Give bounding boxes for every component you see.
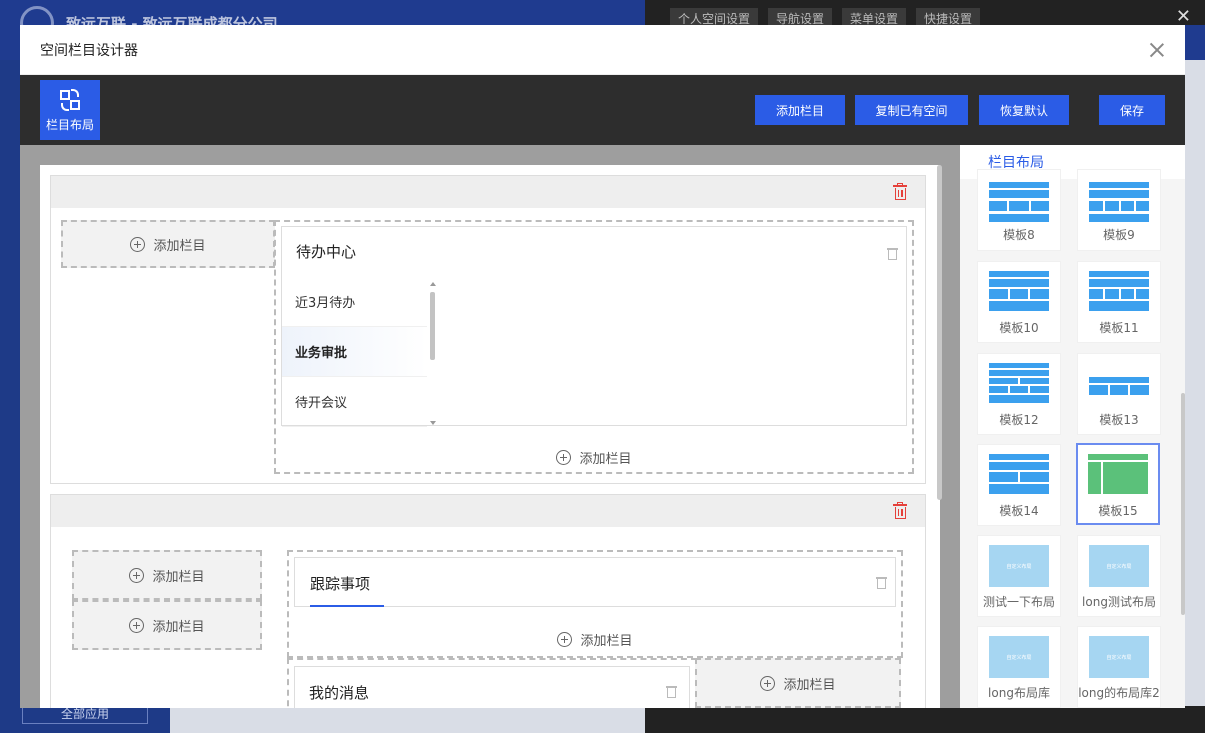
column-layout-tab-label: 栏目布局 <box>45 117 94 132</box>
my-messages-title: 我的消息 <box>309 684 370 702</box>
close-icon[interactable] <box>1149 42 1165 58</box>
add-column-slot-label: 添加栏目 <box>152 569 205 585</box>
toolbar: 栏目布局 添加栏目 复制已有空间 恢复默认 保存 <box>20 75 1185 145</box>
todo-center-title: 待办中心 <box>296 243 357 261</box>
layout-canvas: 添加栏目 待办中心 近3月待办 业务审批 待开会议 添加栏目 添加栏目 添加栏目… <box>20 145 960 708</box>
add-column-slot-label: 添加栏目 <box>579 451 632 467</box>
list-item-active[interactable]: 业务审批 <box>282 327 427 377</box>
column-drop-zone: 跟踪事项 添加栏目 <box>287 550 903 658</box>
plus-circle-icon <box>760 675 776 691</box>
delete-card-icon[interactable] <box>887 247 898 260</box>
add-column-slot[interactable]: 添加栏目 <box>695 658 901 708</box>
template-12[interactable]: 模板12 <box>977 353 1061 435</box>
add-column-slot[interactable]: 添加栏目 <box>72 550 262 600</box>
add-column-slot-label: 添加栏目 <box>580 633 633 649</box>
template-thumbnail <box>1089 271 1149 313</box>
delete-section-2-icon[interactable] <box>893 502 907 519</box>
modal-header: 空间栏目设计器 <box>20 25 1185 75</box>
list-item[interactable]: 近3月待办 <box>282 277 427 327</box>
template-label: 模板15 <box>1098 504 1138 518</box>
delete-card-icon[interactable] <box>876 576 887 589</box>
template-thumbnail <box>1089 363 1149 405</box>
template-label: 模板10 <box>999 321 1039 335</box>
space-column-designer-modal: 空间栏目设计器 栏目布局 添加栏目 复制已有空间 恢复默认 保存 添加栏目 待办… <box>20 25 1185 708</box>
layout-section-1: 添加栏目 待办中心 近3月待办 业务审批 待开会议 添加栏目 <box>50 175 926 484</box>
active-tab-underline <box>310 605 384 607</box>
column-layout-tab[interactable]: 栏目布局 <box>40 80 100 140</box>
modal-title: 空间栏目设计器 <box>40 42 138 59</box>
template-long-test[interactable]: 自定义布局 long测试布局 <box>1077 535 1161 617</box>
canvas-scrollbar[interactable] <box>937 165 942 500</box>
template-thumbnail <box>989 182 1049 222</box>
template-11[interactable]: 模板11 <box>1077 261 1161 343</box>
background-bottom-bar <box>645 706 1205 733</box>
template-test-layout[interactable]: 自定义布局 测试一下布局 <box>977 535 1061 617</box>
template-15[interactable]: 模板15 <box>1076 443 1160 525</box>
template-label: 测试一下布局 <box>982 595 1055 609</box>
custom-layout-thumbnail: 自定义布局 <box>989 545 1049 587</box>
template-long-library-2[interactable]: 自定义布局 long的布局库2 <box>1077 626 1161 708</box>
template-label: long布局库 <box>988 686 1050 700</box>
layout-section-2: 添加栏目 添加栏目 跟踪事项 添加栏目 我的消息 添加栏目 <box>50 494 926 708</box>
template-label: 模板9 <box>1103 228 1135 242</box>
template-thumbnail <box>989 454 1049 496</box>
tracking-items-title: 跟踪事项 <box>310 575 371 593</box>
canvas-content: 添加栏目 待办中心 近3月待办 业务审批 待开会议 添加栏目 添加栏目 添加栏目… <box>40 165 940 708</box>
template-thumbnail <box>1089 182 1149 222</box>
template-10[interactable]: 模板10 <box>977 261 1061 343</box>
save-button[interactable]: 保存 <box>1099 95 1165 125</box>
template-14[interactable]: 模板14 <box>977 444 1061 526</box>
column-drop-zone: 我的消息 <box>287 658 697 708</box>
delete-card-icon[interactable] <box>666 685 677 698</box>
template-label: long测试布局 <box>1082 595 1156 609</box>
custom-layout-thumbnail: 自定义布局 <box>989 636 1049 678</box>
tracking-items-card[interactable]: 跟踪事项 <box>294 557 896 607</box>
add-column-slot[interactable]: 添加栏目 <box>72 600 262 650</box>
template-thumbnail <box>989 271 1049 313</box>
layout-swap-icon <box>58 88 82 112</box>
custom-layout-thumbnail: 自定义布局 <box>1089 545 1149 587</box>
add-column-slot[interactable]: 添加栏目 <box>289 624 901 654</box>
section-2-header <box>51 495 925 527</box>
panel-scrollbar[interactable] <box>1181 393 1185 615</box>
plus-circle-icon <box>129 567 145 583</box>
column-drop-zone: 待办中心 近3月待办 业务审批 待开会议 添加栏目 <box>274 220 914 474</box>
plus-circle-icon <box>557 631 573 647</box>
my-messages-card[interactable]: 我的消息 <box>294 666 690 708</box>
plus-circle-icon <box>556 449 572 465</box>
template-thumbnail <box>1088 454 1148 496</box>
restore-default-button[interactable]: 恢复默认 <box>979 95 1069 125</box>
delete-section-1-icon[interactable] <box>893 183 907 200</box>
custom-layout-thumbnail: 自定义布局 <box>1089 636 1149 678</box>
copy-space-button[interactable]: 复制已有空间 <box>855 95 968 125</box>
add-column-slot-label: 添加栏目 <box>152 619 205 635</box>
section-1-header <box>51 176 925 208</box>
background-close-icon[interactable]: ✕ <box>1176 6 1191 27</box>
template-13[interactable]: 模板13 <box>1077 353 1161 435</box>
template-9[interactable]: 模板9 <box>1077 169 1161 251</box>
template-8[interactable]: 模板8 <box>977 169 1061 251</box>
todo-center-card[interactable]: 待办中心 近3月待办 业务审批 待开会议 <box>281 226 907 427</box>
template-label: 模板14 <box>999 504 1039 518</box>
plus-circle-icon <box>129 617 145 633</box>
list-scrollbar[interactable] <box>429 282 437 425</box>
template-thumbnail <box>989 363 1049 405</box>
template-label: 模板12 <box>999 413 1039 427</box>
layout-template-panel: 栏目布局 模板8 模板9 模板10 模板11 模板12 模板13 模板14 模板… <box>960 145 1185 708</box>
template-long-library[interactable]: 自定义布局 long布局库 <box>977 626 1061 708</box>
template-label: 模板8 <box>1003 228 1035 242</box>
add-column-slot-label: 添加栏目 <box>153 238 206 254</box>
template-label: long的布局库2 <box>1078 686 1160 700</box>
add-column-slot[interactable]: 添加栏目 <box>276 442 912 472</box>
plus-circle-icon <box>130 236 146 252</box>
add-column-slot-label: 添加栏目 <box>783 677 836 693</box>
template-label: 模板11 <box>1099 321 1139 335</box>
add-column-slot[interactable]: 添加栏目 <box>61 220 275 268</box>
list-item[interactable]: 待开会议 <box>282 377 427 427</box>
template-label: 模板13 <box>1099 413 1139 427</box>
add-column-button[interactable]: 添加栏目 <box>755 95 845 125</box>
